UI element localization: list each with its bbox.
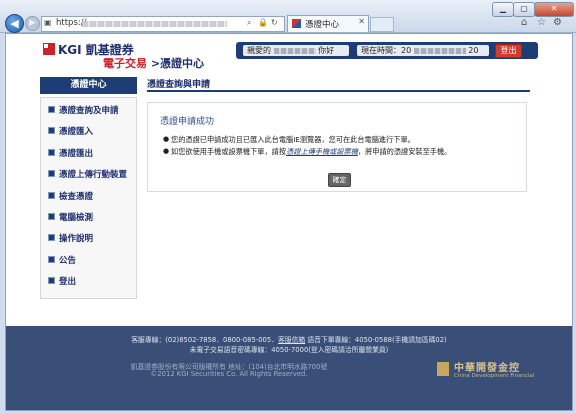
page-icon: ▣: [44, 18, 52, 27]
bullet-icon: [48, 170, 55, 177]
partner-logo-text[interactable]: 中華開發金控: [454, 359, 520, 374]
time-redacted: [413, 47, 466, 54]
sidebar-item-logout[interactable]: 登出: [48, 275, 76, 289]
close-window-button[interactable]: ✕: [534, 2, 574, 17]
sidebar-item-export[interactable]: 憑證匯出: [48, 147, 93, 161]
message-2-text-b: ，將申請的憑證安裝至手機。: [357, 147, 452, 156]
site-footer: 客服專線：(02)8502-7858．0800-085-005．客服信箱 語音下…: [6, 326, 572, 410]
message-2-text-a: 如您欲使用手機或設票機下單，請按: [171, 147, 287, 156]
bullet-icon: [48, 106, 55, 113]
breadcrumb-divider: [147, 90, 530, 92]
bullet-icon: [48, 149, 55, 156]
partner-logo-en: China Development Financial: [454, 373, 535, 379]
time-label: 現在時間：20: [361, 46, 412, 55]
sidebar-item-pc-check[interactable]: 電腦檢測: [48, 211, 93, 225]
message-line-2: ● 如您欲使用手機或設票機下單，請按憑證上傳手機或設票機，將申請的憑證安裝至手機…: [163, 147, 452, 157]
footer-hotline: 客服專線：(02)8502-7858．0800-085-005．: [131, 336, 278, 344]
confirm-button[interactable]: 確定: [328, 173, 351, 187]
sidebar-item-label: 憑證匯出: [59, 149, 94, 159]
tab-title: 憑證中心: [305, 20, 340, 30]
sidebar-item-label: 登出: [59, 277, 77, 287]
sidebar-item-label: 憑證查詢及申請: [59, 106, 119, 116]
page-viewport: KGI 凱基證券 電子交易 >憑證中心 親愛的 你好 現在時間：20 20 登出: [5, 33, 573, 411]
browser-chrome: ▁ ▢ ✕ ◀ ▶ ▣ https:// ⌕ 🔒 ↻ 憑證中心 ✕ ⌂ ☆ ⚙: [0, 0, 576, 33]
favicon-icon: [292, 19, 301, 28]
sidebar-item-upload-mobile[interactable]: 憑證上傳行動裝置: [48, 168, 127, 182]
sidebar-item-label: 公告: [59, 256, 77, 266]
tab-close-icon[interactable]: ✕: [358, 17, 365, 26]
panel-title: 憑證申請成功: [160, 117, 215, 127]
bullet-icon: [48, 277, 55, 284]
refresh-icon[interactable]: ↻: [271, 18, 278, 27]
bullet-icon: [48, 213, 55, 220]
site-title-sub: >憑證中心: [150, 57, 205, 70]
sidebar-menu: 憑證查詢及申請 憑證匯入 憑證匯出 憑證上傳行動裝置 檢查憑證 電腦檢測 操作說…: [40, 97, 137, 299]
sidebar-item-check-cert[interactable]: 檢查憑證: [48, 190, 93, 204]
message-line-1: ● 您的憑證已申請成功且已匯入此台電腦IE瀏覽器，您可在此台電腦進行下單。: [163, 135, 415, 145]
kgi-logo-icon: [43, 43, 55, 55]
address-redacted: [82, 21, 227, 27]
footer-voice-line: 語音下單專線：4050-0588(手機請加區碼02): [305, 336, 447, 344]
bullet-dot-icon: ●: [163, 147, 170, 155]
bullet-icon: [48, 234, 55, 241]
search-icon[interactable]: ⌕: [247, 18, 251, 28]
sidebar-item-label: 檢查憑證: [59, 192, 94, 202]
sidebar-item-label: 電腦檢測: [59, 213, 94, 223]
browser-window: ▁ ▢ ✕ ◀ ▶ ▣ https:// ⌕ 🔒 ↻ 憑證中心 ✕ ⌂ ☆ ⚙ …: [0, 0, 576, 414]
settings-gear-icon[interactable]: ⚙: [553, 17, 562, 28]
current-time: 現在時間：20 20: [357, 45, 489, 56]
result-panel: 憑證申請成功 ● 您的憑證已申請成功且已匯入此台電腦IE瀏覽器，您可在此台電腦進…: [147, 102, 527, 192]
sidebar-item-label: 憑證匯入: [59, 127, 94, 137]
favorites-star-icon[interactable]: ☆: [537, 17, 546, 28]
sidebar-item-help[interactable]: 操作說明: [48, 232, 93, 246]
greeting: 親愛的 你好: [243, 45, 349, 56]
site-title: 電子交易 >憑證中心: [103, 55, 204, 71]
greeting-suffix: 你好: [318, 46, 335, 55]
minimize-button[interactable]: ▁: [492, 2, 514, 17]
time-tail: 20: [468, 46, 479, 55]
user-bar: 親愛的 你好 現在時間：20 20 登出: [236, 42, 538, 59]
bullet-dot-icon: ●: [163, 135, 170, 143]
sidebar-title: 憑證中心: [40, 77, 137, 94]
logout-button[interactable]: 登出: [495, 44, 522, 58]
footer-copyright-en: ©2012 KGI Securities Co. All Rights Rese…: [150, 370, 308, 378]
bullet-icon: [48, 127, 55, 134]
sidebar-item-import[interactable]: 憑證匯入: [48, 125, 93, 139]
forward-button[interactable]: ▶: [25, 16, 40, 31]
message-1-text: 您的憑證已申請成功且已匯入此台電腦IE瀏覽器，您可在此台電腦進行下單。: [171, 135, 415, 144]
sidebar-item-label: 憑證上傳行動裝置: [59, 170, 128, 180]
sidebar-item-query-apply[interactable]: 憑證查詢及申請: [48, 104, 119, 118]
breadcrumb: 憑證查詢與申請: [147, 80, 211, 90]
footer-password-line: 未電子交易語音密碼專線：4050-7000(登入密碼請洽所屬營業員): [189, 346, 389, 354]
site-title-main: 電子交易: [103, 57, 147, 70]
lock-icon[interactable]: 🔒: [258, 18, 268, 27]
site-header: KGI 凱基證券 電子交易 >憑證中心 親愛的 你好 現在時間：20 20 登出: [6, 34, 572, 70]
address-bar[interactable]: ▣ https:// ⌕ 🔒 ↻: [41, 16, 285, 32]
bullet-icon: [48, 192, 55, 199]
bullet-icon: [48, 256, 55, 263]
sidebar-item-announcements[interactable]: 公告: [48, 254, 76, 268]
back-button[interactable]: ◀: [5, 14, 24, 33]
greeting-prefix: 親愛的: [247, 46, 271, 55]
sidebar-item-label: 操作說明: [59, 234, 94, 244]
upload-mobile-link[interactable]: 憑證上傳手機或設票機: [286, 147, 358, 156]
tab-active[interactable]: 憑證中心 ✕: [287, 15, 369, 32]
sidebar: 憑證中心 憑證查詢及申請 憑證匯入 憑證匯出 憑證上傳行動裝置 檢查憑證 電腦檢…: [40, 77, 137, 299]
home-icon[interactable]: ⌂: [521, 17, 527, 28]
footer-email-link[interactable]: 客服信箱: [278, 336, 305, 344]
cdf-logo-icon: [437, 362, 449, 376]
username-redacted: [273, 47, 316, 54]
footer-contact: 客服專線：(02)8502-7858．0800-085-005．客服信箱 語音下…: [6, 334, 572, 344]
new-tab-button[interactable]: [370, 17, 394, 32]
maximize-button[interactable]: ▢: [513, 2, 535, 17]
